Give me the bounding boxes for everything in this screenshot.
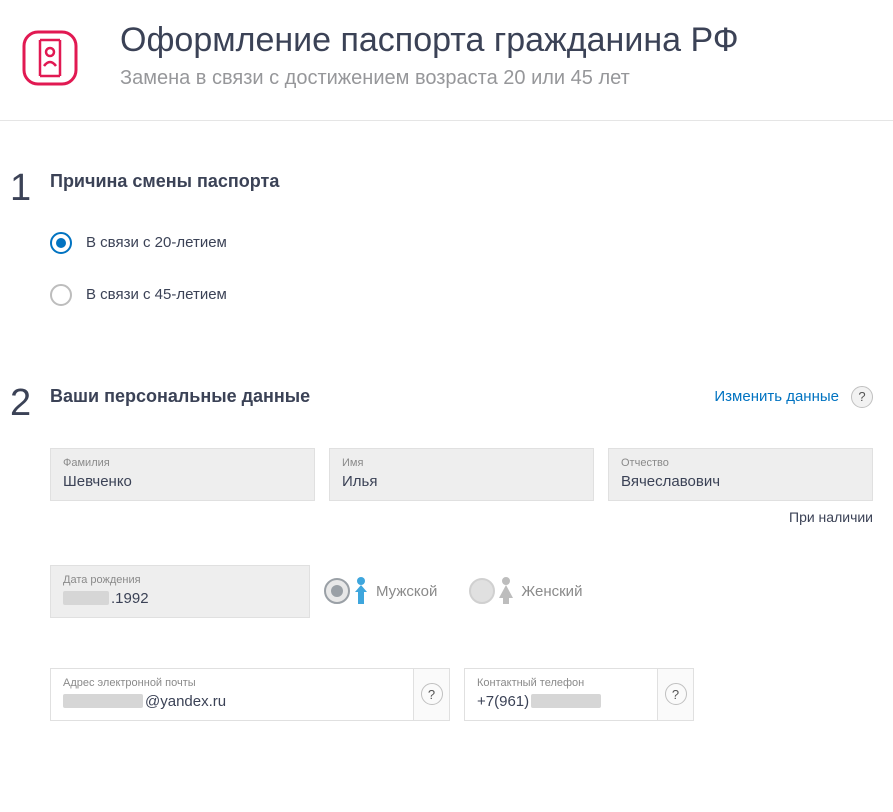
field-value: Вячеславович [621, 473, 860, 490]
field-label: Дата рождения [63, 574, 297, 586]
help-icon[interactable]: ? [851, 386, 873, 408]
field-label: Адрес электронной почты [63, 677, 401, 689]
field-label: Фамилия [63, 457, 302, 469]
field-value: @yandex.ru [63, 693, 401, 710]
radio-icon [469, 578, 495, 604]
field-label: Отчество [621, 457, 860, 469]
step-number: 2 [10, 386, 50, 420]
field-value: .1992 [63, 590, 297, 607]
radio-icon [50, 232, 72, 254]
section-personal: 2 Ваши персональные данные Изменить данн… [0, 336, 893, 721]
redacted-block [531, 694, 601, 708]
field-value: Илья [342, 473, 581, 490]
step-number: 1 [10, 171, 50, 205]
section-title: Причина смены паспорта [50, 171, 279, 192]
gender-label: Мужской [376, 583, 437, 600]
passport-icon [20, 28, 80, 88]
gender-male[interactable]: Мужской [324, 576, 455, 606]
section-title: Ваши персональные данные [50, 386, 310, 407]
page-header: Оформление паспорта гражданина РФ Замена… [0, 0, 893, 121]
birthdate-field: Дата рождения .1992 [50, 565, 310, 618]
phone-field: Контактный телефон +7(961) ? [464, 668, 694, 721]
female-icon [495, 576, 517, 606]
email-field: Адрес электронной почты @yandex.ru ? [50, 668, 450, 721]
reason-option-45[interactable]: В связи с 45-летием [50, 284, 873, 306]
surname-field: Фамилия Шевченко [50, 448, 315, 501]
field-value: +7(961) [477, 693, 645, 710]
redacted-block [63, 694, 143, 708]
page-subtitle: Замена в связи с достижением возраста 20… [120, 67, 739, 90]
field-value: Шевченко [63, 473, 302, 490]
field-label: Имя [342, 457, 581, 469]
radio-label: В связи с 45-летием [86, 286, 227, 303]
male-icon [350, 576, 372, 606]
gender-label: Женский [521, 583, 582, 600]
name-field: Имя Илья [329, 448, 594, 501]
field-label: Контактный телефон [477, 677, 645, 689]
patronymic-note: При наличии [50, 509, 873, 525]
radio-icon [324, 578, 350, 604]
radio-label: В связи с 20-летием [86, 234, 227, 251]
edit-data-link[interactable]: Изменить данные [714, 388, 839, 405]
gender-female[interactable]: Женский [469, 576, 600, 606]
patronymic-field: Отчество Вячеславович [608, 448, 873, 501]
reason-option-20[interactable]: В связи с 20-летием [50, 232, 873, 254]
redacted-block [63, 591, 109, 605]
help-icon[interactable]: ? [657, 669, 693, 720]
page-title: Оформление паспорта гражданина РФ [120, 20, 739, 61]
help-icon[interactable]: ? [413, 669, 449, 720]
section-reason: 1 Причина смены паспорта В связи с 20-ле… [0, 121, 893, 336]
radio-icon [50, 284, 72, 306]
